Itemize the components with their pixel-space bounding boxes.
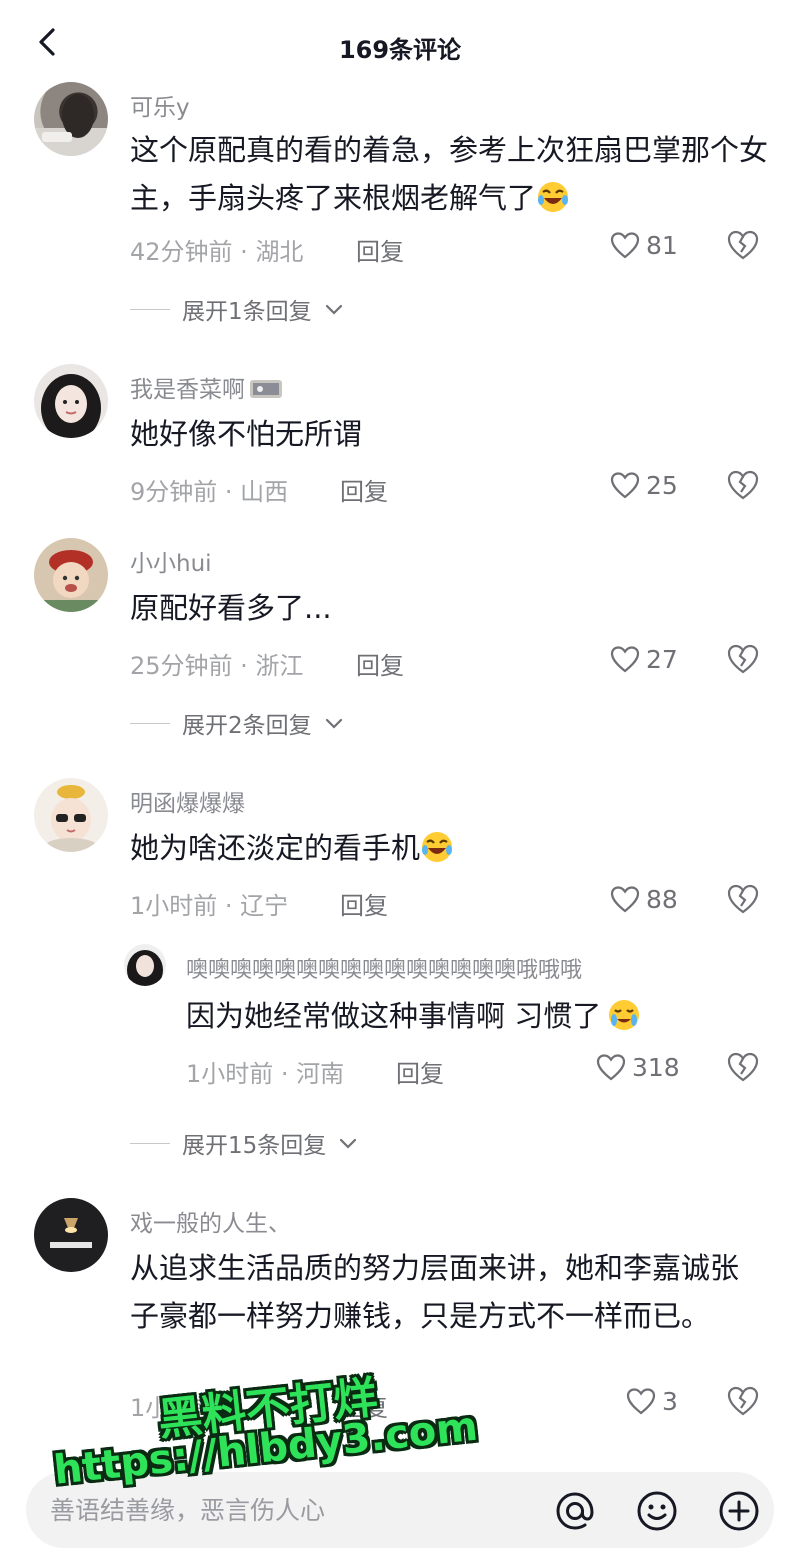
comment-meta: 9分钟前 · 山西 bbox=[130, 478, 289, 506]
comment-text: 她好像不怕无所谓 bbox=[130, 417, 363, 451]
plus-circle-icon[interactable] bbox=[716, 1488, 762, 1534]
avatar[interactable] bbox=[34, 778, 108, 852]
heart-outline-icon bbox=[610, 886, 640, 913]
comment-username[interactable]: 我是香菜啊 bbox=[130, 370, 283, 404]
comment-text: 这个原配真的看的着急，参考上次狂扇巴掌那个女主，手扇头疼了来根烟老解气了 bbox=[130, 133, 769, 215]
like-count: 88 bbox=[646, 884, 678, 914]
comment-text: 她为啥还淡定的看手机 bbox=[130, 824, 770, 872]
reply-username[interactable]: 噢噢噢噢噢噢噢噢噢噢噢噢噢噢噢哦哦哦 bbox=[186, 952, 582, 984]
like-button[interactable]: 25 bbox=[610, 468, 678, 502]
smiley-icon[interactable] bbox=[634, 1488, 680, 1534]
heart-outline-icon bbox=[610, 472, 640, 499]
heart-outline-icon bbox=[610, 232, 640, 259]
comment-text: 从追求生活品质的努力层面来讲，她和李嘉诚张子豪都一样努力赚钱，只是方式不一样而已… bbox=[130, 1251, 740, 1333]
divider-line bbox=[130, 308, 170, 310]
comment-input[interactable] bbox=[50, 1490, 520, 1530]
broken-heart-icon[interactable] bbox=[726, 1050, 760, 1084]
avatar[interactable] bbox=[124, 944, 166, 986]
broken-heart-icon[interactable] bbox=[726, 642, 760, 676]
like-count: 25 bbox=[646, 470, 678, 500]
like-count: 318 bbox=[632, 1052, 680, 1082]
reply-button[interactable]: 回复 bbox=[356, 232, 404, 267]
reply-button[interactable]: 回复 bbox=[340, 886, 388, 921]
comment-username[interactable]: 小小hui bbox=[130, 544, 212, 578]
avatar[interactable] bbox=[34, 538, 108, 612]
heart-outline-icon bbox=[596, 1054, 626, 1081]
page-title: 169条评论 bbox=[338, 36, 462, 64]
like-count: 81 bbox=[646, 230, 678, 260]
reply-meta: 1小时前 · 河南 bbox=[186, 1060, 345, 1088]
like-button[interactable]: 3 bbox=[626, 1384, 678, 1418]
like-count: 3 bbox=[662, 1386, 678, 1416]
avatar[interactable] bbox=[34, 364, 108, 438]
broken-heart-icon[interactable] bbox=[726, 1384, 760, 1418]
avatar[interactable] bbox=[34, 1198, 108, 1272]
like-button[interactable]: 318 bbox=[596, 1050, 680, 1084]
picture-emoji-icon bbox=[250, 380, 282, 398]
broken-heart-icon[interactable] bbox=[726, 228, 760, 262]
heart-outline-icon bbox=[610, 646, 640, 673]
comments-header: 169条评论 bbox=[0, 0, 800, 92]
comment-meta: 1小时前 · 辽宁 bbox=[130, 892, 289, 920]
reply-button[interactable]: 回复 bbox=[340, 472, 388, 507]
comment-meta: 42分钟前 · 湖北 bbox=[130, 238, 304, 266]
broken-heart-icon[interactable] bbox=[726, 882, 760, 916]
reply-text: 因为她经常做这种事情啊 习惯了 bbox=[186, 992, 766, 1040]
divider-line bbox=[130, 722, 170, 724]
expand-replies-button[interactable]: 展开1条回复 bbox=[130, 292, 344, 326]
like-button[interactable]: 81 bbox=[610, 228, 678, 262]
chevron-down-icon bbox=[325, 304, 342, 315]
divider-line bbox=[130, 1142, 170, 1144]
comment-text: 原配好看多了... bbox=[130, 591, 332, 625]
comment-meta: 25分钟前 · 浙江 bbox=[130, 652, 304, 680]
at-sign-icon[interactable] bbox=[552, 1488, 598, 1534]
rofl-emoji-icon bbox=[422, 832, 453, 862]
like-count: 27 bbox=[646, 644, 678, 674]
heart-outline-icon bbox=[626, 1388, 656, 1415]
expand-replies-button[interactable]: 展开2条回复 bbox=[130, 706, 344, 740]
like-button[interactable]: 27 bbox=[610, 642, 678, 676]
rofl-emoji-icon bbox=[538, 182, 569, 212]
comment-username[interactable]: 明函爆爆爆 bbox=[130, 784, 245, 818]
avatar[interactable] bbox=[34, 82, 108, 156]
broken-heart-icon[interactable] bbox=[726, 468, 760, 502]
crying-laughing-emoji-icon bbox=[609, 1000, 640, 1030]
like-button[interactable]: 88 bbox=[610, 882, 678, 916]
comment-username[interactable]: 戏一般的人生、 bbox=[130, 1204, 291, 1238]
chevron-down-icon bbox=[340, 1138, 357, 1149]
reply-button[interactable]: 回复 bbox=[396, 1054, 444, 1089]
comment-username[interactable]: 可乐y bbox=[130, 88, 190, 122]
reply-button[interactable]: 回复 bbox=[356, 646, 404, 681]
expand-replies-button[interactable]: 展开15条回复 bbox=[130, 1126, 358, 1160]
chevron-down-icon bbox=[325, 718, 342, 729]
